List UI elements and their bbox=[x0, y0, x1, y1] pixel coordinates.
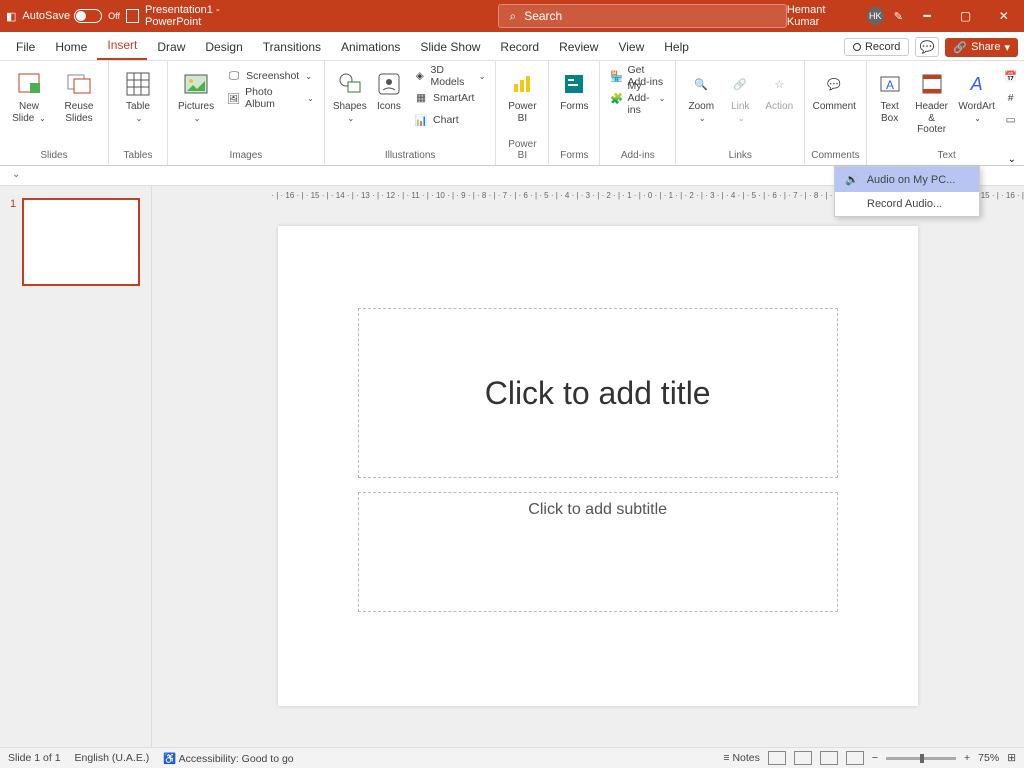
action-button[interactable]: ☆Action bbox=[760, 65, 798, 115]
wordart-button[interactable]: AWordArt⌄ bbox=[957, 65, 997, 126]
new-slide-button[interactable]: New Slide ⌄ bbox=[6, 65, 52, 126]
slide-number: 1 bbox=[10, 198, 16, 286]
slideshow-view-button[interactable] bbox=[846, 751, 864, 765]
avatar[interactable]: HK bbox=[867, 7, 884, 25]
powerbi-button[interactable]: Power BI bbox=[502, 65, 542, 126]
accessibility-status[interactable]: ♿ Accessibility: Good to go bbox=[163, 752, 293, 765]
smartart-button[interactable]: ▦SmartArt bbox=[409, 87, 489, 109]
comments-pane-button[interactable]: 💬 bbox=[915, 37, 939, 57]
icons-button[interactable]: Icons bbox=[373, 65, 405, 115]
forms-button[interactable]: Forms bbox=[555, 65, 593, 115]
tab-transitions[interactable]: Transitions bbox=[253, 34, 331, 60]
user-name: Hemant Kumar bbox=[787, 4, 857, 28]
slide-number-button[interactable]: # bbox=[1001, 87, 1021, 109]
svg-text:A: A bbox=[886, 78, 894, 92]
workspace: 1 · | · 16 · | · 15 · | · 14 · | · 13 · … bbox=[0, 186, 1024, 747]
zoom-button[interactable]: 🔍Zoom⌄ bbox=[682, 65, 720, 126]
tab-design[interactable]: Design bbox=[195, 34, 252, 60]
qat-dropdown-icon[interactable]: ⌄ bbox=[12, 169, 20, 180]
minimize-button[interactable]: ━ bbox=[913, 5, 941, 27]
subtitle-placeholder[interactable]: Click to add subtitle bbox=[358, 492, 838, 612]
vertical-ruler bbox=[152, 186, 172, 747]
pictures-button[interactable]: Pictures⌄ bbox=[174, 65, 218, 126]
tab-animations[interactable]: Animations bbox=[331, 34, 410, 60]
chart-button[interactable]: 📊Chart bbox=[409, 109, 489, 131]
document-title: Presentation1 - PowerPoint bbox=[145, 4, 268, 28]
audio-on-my-pc-item[interactable]: 🔊 Audio on My PC... bbox=[835, 167, 979, 192]
tab-draw[interactable]: Draw bbox=[147, 34, 195, 60]
table-button[interactable]: Table⌄ bbox=[115, 65, 161, 126]
tab-slideshow[interactable]: Slide Show bbox=[410, 34, 490, 60]
zoom-in-button[interactable]: + bbox=[964, 752, 970, 764]
status-bar: Slide 1 of 1 English (U.A.E.) ♿ Accessib… bbox=[0, 747, 1024, 768]
autosave-toggle[interactable]: AutoSave Off bbox=[22, 9, 120, 23]
tab-record[interactable]: Record bbox=[490, 34, 549, 60]
slide-canvas-area[interactable]: Click to add title Click to add subtitle bbox=[171, 204, 1024, 747]
normal-view-button[interactable] bbox=[768, 751, 786, 765]
app-icon: ◧ bbox=[6, 10, 16, 23]
zoom-out-button[interactable]: − bbox=[872, 752, 878, 764]
header-footer-button[interactable]: Header & Footer bbox=[911, 65, 953, 138]
close-button[interactable]: ✕ bbox=[990, 5, 1018, 27]
screenshot-button[interactable]: 🖵Screenshot⌄ bbox=[222, 65, 318, 87]
ribbon: New Slide ⌄ Reuse Slides Slides Table⌄ T… bbox=[0, 61, 1024, 166]
date-time-button[interactable]: 📅 bbox=[1001, 65, 1021, 87]
object-button[interactable]: ▭ bbox=[1001, 109, 1021, 131]
collapse-ribbon-icon[interactable]: ⌄ bbox=[1008, 154, 1016, 165]
photo-album-button[interactable]: 🖼Photo Album⌄ bbox=[222, 87, 318, 109]
search-icon: ⌕ bbox=[509, 9, 516, 24]
slide-thumbnail-1[interactable] bbox=[22, 198, 140, 286]
tab-help[interactable]: Help bbox=[654, 34, 699, 60]
my-addins-button[interactable]: 🧩My Add-ins⌄ bbox=[606, 87, 669, 109]
3d-models-button[interactable]: ◈3D Models⌄ bbox=[409, 65, 489, 87]
thumbnail-pane[interactable]: 1 bbox=[0, 186, 152, 747]
pen-icon[interactable]: ✎ bbox=[894, 10, 903, 23]
slide-counter[interactable]: Slide 1 of 1 bbox=[8, 752, 61, 764]
search-input[interactable]: ⌕ Search bbox=[498, 4, 786, 28]
save-icon[interactable] bbox=[126, 9, 139, 23]
slide-sorter-button[interactable] bbox=[794, 751, 812, 765]
title-placeholder[interactable]: Click to add title bbox=[358, 308, 838, 478]
language-status[interactable]: English (U.A.E.) bbox=[75, 752, 150, 764]
audio-dropdown: 🔊 Audio on My PC... Record Audio... bbox=[834, 166, 980, 217]
reading-view-button[interactable] bbox=[820, 751, 838, 765]
maximize-button[interactable]: ▢ bbox=[951, 5, 979, 27]
ribbon-tabs: File Home Insert Draw Design Transitions… bbox=[0, 32, 1024, 61]
fit-to-window-button[interactable]: ⊞ bbox=[1007, 752, 1016, 764]
link-button[interactable]: 🔗Link⌄ bbox=[724, 65, 756, 126]
tab-home[interactable]: Home bbox=[45, 34, 97, 60]
tab-review[interactable]: Review bbox=[549, 34, 608, 60]
title-bar: ◧ AutoSave Off Presentation1 - PowerPoin… bbox=[0, 0, 1024, 32]
speaker-icon: 🔊 bbox=[845, 173, 859, 186]
textbox-button[interactable]: AText Box bbox=[873, 65, 907, 126]
shapes-button[interactable]: Shapes⌄ bbox=[331, 65, 369, 126]
tab-view[interactable]: View bbox=[608, 34, 654, 60]
tab-file[interactable]: File bbox=[6, 34, 45, 60]
record-audio-item[interactable]: Record Audio... bbox=[835, 192, 979, 216]
zoom-level[interactable]: 75% bbox=[978, 752, 999, 764]
comment-button[interactable]: 💬Comment bbox=[811, 65, 857, 115]
tab-insert[interactable]: Insert bbox=[97, 32, 147, 60]
share-button[interactable]: 🔗 Share ▾ bbox=[945, 38, 1018, 57]
zoom-slider[interactable] bbox=[886, 757, 956, 760]
slide[interactable]: Click to add title Click to add subtitle bbox=[278, 226, 918, 706]
record-button[interactable]: Record bbox=[844, 38, 909, 56]
notes-button[interactable]: ≡ Notes bbox=[723, 752, 759, 764]
reuse-slides-button[interactable]: Reuse Slides bbox=[56, 65, 102, 126]
